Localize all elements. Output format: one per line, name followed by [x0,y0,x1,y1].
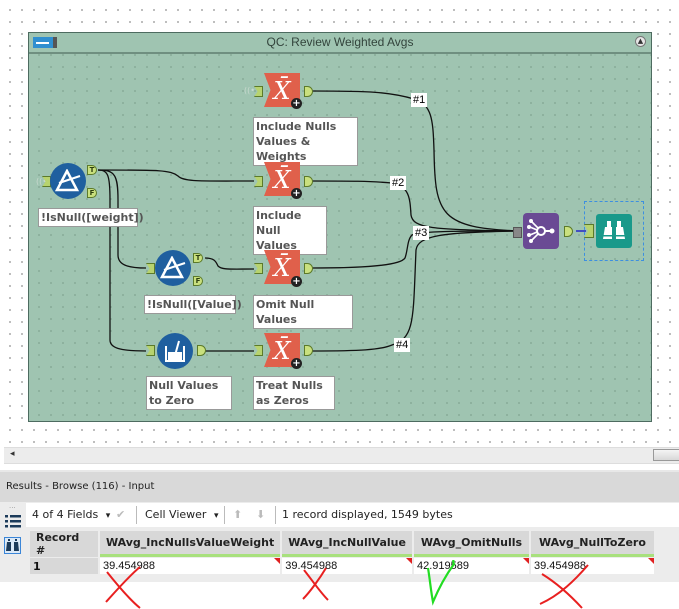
check-mark-icon [426,560,456,606]
column-header-record[interactable]: Record # [30,531,98,557]
toolbar-divider [224,506,225,524]
connection-label-2[interactable]: #2 [390,176,407,190]
plus-badge-icon: + [291,276,302,287]
x-bar-icon: X̄ [273,337,291,365]
list-view-icon[interactable] [5,514,21,528]
arrow-up-icon[interactable]: ⬆ [233,508,242,521]
results-title: Results - Browse (116) - Input [6,481,155,492]
true-anchor[interactable]: T [87,165,97,175]
fields-selector[interactable]: 4 of 4 Fields ▾ [32,508,110,521]
apply-check-icon[interactable]: ✔ [116,508,125,521]
cross-mark-icon [539,564,589,609]
tool-annotation: Omit Null Values [253,295,353,329]
x-bar-icon: X̄ [273,77,291,105]
grip-icon[interactable]: ··· [9,504,16,512]
column-header[interactable]: WAvg_NullToZero [530,531,654,557]
false-anchor[interactable]: F [87,188,97,198]
horizontal-scrollbar[interactable]: ◂ [4,447,679,464]
browse-tool[interactable] [596,214,632,248]
review-marks [105,560,589,609]
tool-annotation: !IsNull([weight]) [38,208,144,227]
filter-prism-icon [55,169,81,192]
filter-tool-value[interactable] [155,250,191,286]
true-anchor[interactable]: T [193,253,203,263]
cross-mark-icon [302,567,329,601]
multi-input-anchor[interactable] [513,227,522,238]
plus-badge-icon: + [291,98,302,109]
toolbar-divider [275,506,276,524]
tool-annotation: !IsNull([Value]) [144,295,242,314]
connection-label-1[interactable]: #1 [411,93,428,107]
x-bar-icon: X̄ [273,254,291,282]
container-header[interactable]: QC: Review Weighted Avgs ▲ [29,33,651,54]
plus-badge-icon: + [291,188,302,199]
browse-view-button[interactable] [4,537,21,554]
cell-viewer-selector[interactable]: Cell Viewer ▾ [145,508,218,521]
filter-tool-weight[interactable] [50,163,86,199]
column-header[interactable]: WAvg_IncNullValue [282,531,412,557]
wireless-icon: ((• [244,86,255,95]
cell-viewer-label: Cell Viewer [145,508,207,521]
formula-beaker-icon [165,340,185,362]
binoculars-icon [603,221,625,239]
results-toolbar: 4 of 4 Fields ▾ ✔ Cell Viewer ▾ ⬆ ⬇ 1 re… [26,503,679,527]
arrow-down-icon[interactable]: ⬇ [256,508,265,521]
scrollbar-thumb[interactable] [653,449,679,461]
connection-label-4[interactable]: #4 [394,338,411,352]
tool-annotation: Include Nulls Values & Weights [253,117,358,166]
union-tool[interactable] [523,213,559,249]
chevron-down-icon: ▾ [105,511,111,521]
column-header[interactable]: WAvg_OmitNulls [413,531,529,557]
results-panel-header: Results - Browse (116) - Input [0,470,679,502]
tool-annotation: Include Null Values [253,206,327,255]
scroll-left-arrow-icon[interactable]: ◂ [10,449,15,459]
union-icon [527,219,555,243]
tool-annotation: Null Values to Zero [146,376,232,410]
fields-selector-label: 4 of 4 Fields [32,508,99,521]
column-header[interactable]: WAvg_IncNullsValueWeight [100,531,281,557]
formula-tool[interactable] [157,333,193,369]
plus-badge-icon: + [291,358,302,369]
tool-annotation: Treat Nulls as Zeros [253,376,335,410]
false-anchor[interactable]: F [193,276,203,286]
chevron-down-icon: ▾ [213,511,219,521]
binoculars-icon [6,539,19,551]
record-info: 1 record displayed, 1549 bytes [282,508,453,521]
connection-label-3[interactable]: #3 [413,226,430,240]
cross-mark-icon [105,566,141,609]
x-bar-icon: X̄ [273,166,291,194]
toolbar-divider [136,506,137,524]
container-title: QC: Review Weighted Avgs [266,35,414,49]
collapse-up-icon[interactable]: ▲ [635,36,646,47]
filter-prism-icon [160,256,186,279]
